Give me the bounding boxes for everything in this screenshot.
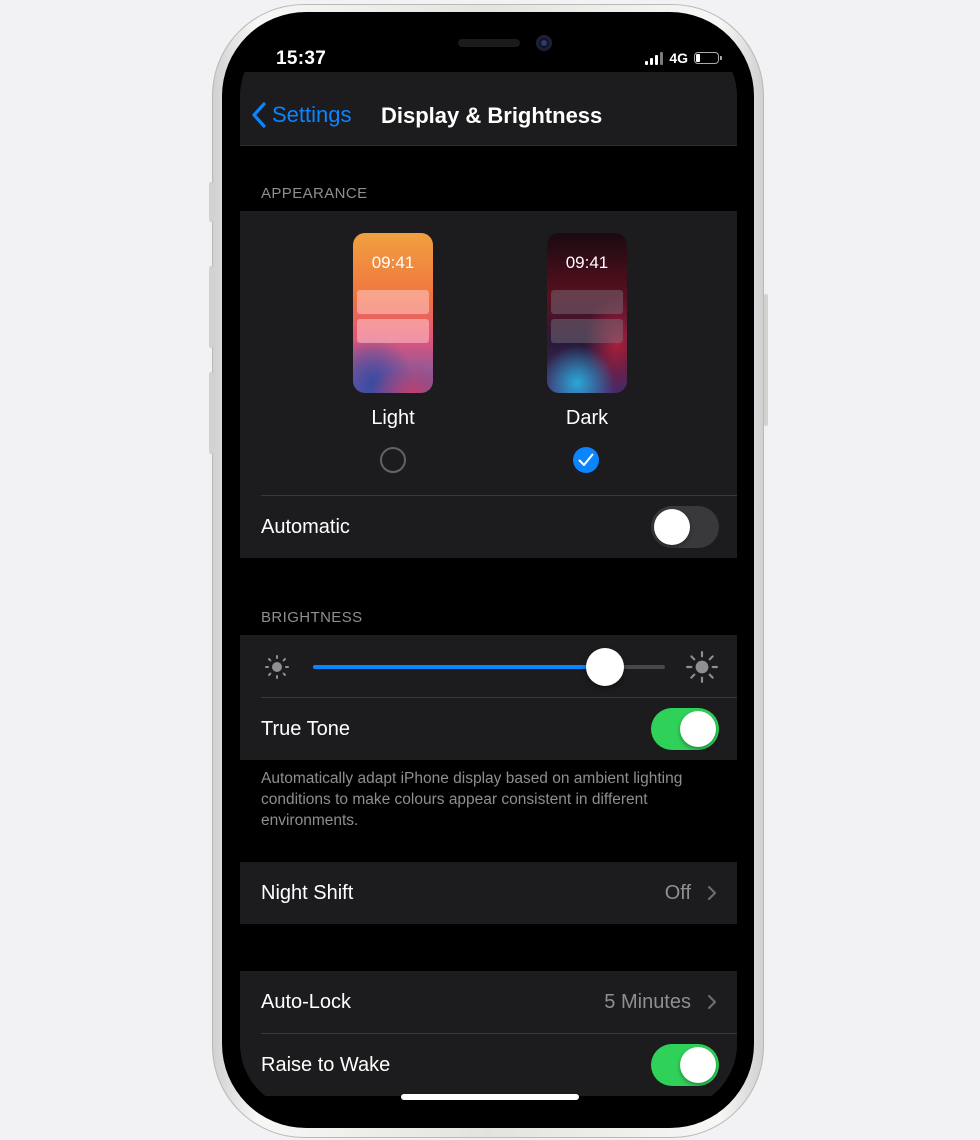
lock-group: Auto-Lock 5 Minutes Raise to Wake — [240, 971, 737, 1096]
page-title: Display & Brightness — [381, 103, 603, 128]
navigation-bar: Settings Display & Brightness — [240, 72, 737, 146]
raise-to-wake-label: Raise to Wake — [261, 1053, 391, 1076]
true-tone-label: True Tone — [261, 717, 350, 740]
toggle-knob — [654, 509, 690, 545]
auto-lock-label: Auto-Lock — [261, 990, 352, 1013]
notch — [354, 30, 624, 72]
preview-time: 09:41 — [371, 253, 415, 272]
chevron-right-icon — [708, 995, 716, 1009]
preview-widget — [357, 290, 429, 314]
night-shift-value: Off — [664, 881, 691, 904]
signal-icon — [645, 51, 664, 65]
volume-up-button — [209, 266, 213, 348]
preview-time: 09:41 — [565, 253, 609, 272]
light-mode-preview[interactable]: 09:41 — [353, 233, 433, 393]
light-label: Light — [371, 407, 415, 429]
speaker-grille — [458, 39, 520, 47]
sun-small-icon — [265, 655, 289, 679]
chevron-left-icon — [252, 102, 266, 128]
true-tone-row: True Tone — [240, 698, 737, 760]
raise-to-wake-toggle[interactable] — [651, 1044, 719, 1086]
preview-widget — [551, 319, 623, 343]
night-shift-row[interactable]: Night Shift Off — [240, 862, 737, 924]
dark-label: Dark — [565, 407, 609, 429]
dark-radio[interactable] — [573, 447, 599, 473]
automatic-label: Automatic — [261, 515, 350, 538]
status-time: 15:37 — [276, 48, 327, 69]
sun-large-icon — [686, 651, 718, 683]
slider-thumb[interactable] — [586, 648, 625, 686]
night-shift-label: Night Shift — [261, 881, 354, 904]
appearance-group: 09:41 09:41 Light Dark Automatic — [240, 211, 737, 558]
section-header-brightness: BRIGHTNESS — [261, 609, 363, 626]
automatic-row: Automatic — [240, 496, 737, 558]
brightness-slider[interactable] — [313, 648, 665, 686]
section-header-appearance: APPEARANCE — [261, 185, 368, 202]
status-indicators: 4G — [645, 50, 722, 66]
dark-mode-preview[interactable]: 09:41 — [547, 233, 627, 393]
preview-widget — [551, 290, 623, 314]
checkmark-icon — [578, 453, 594, 466]
back-button[interactable]: Settings — [250, 102, 352, 128]
slider-fill — [313, 665, 606, 669]
toggle-knob — [680, 711, 716, 747]
network-type: 4G — [669, 50, 688, 66]
phone-screen: 15:37 4G Settings Display & Brightness A… — [240, 30, 737, 1110]
back-label: Settings — [272, 102, 352, 127]
auto-lock-row[interactable]: Auto-Lock 5 Minutes — [240, 971, 737, 1033]
chevron-right-icon — [708, 886, 716, 900]
true-tone-toggle[interactable] — [651, 708, 719, 750]
side-button — [764, 294, 768, 426]
preview-widget — [357, 319, 429, 343]
battery-icon — [694, 52, 722, 64]
toggle-knob — [680, 1047, 716, 1083]
front-camera — [536, 35, 552, 51]
raise-to-wake-row: Raise to Wake — [240, 1034, 737, 1096]
auto-lock-value: 5 Minutes — [604, 990, 691, 1013]
light-radio[interactable] — [380, 447, 406, 473]
home-indicator[interactable] — [401, 1094, 579, 1100]
true-tone-description: Automatically adapt iPhone display based… — [261, 770, 683, 829]
brightness-group: True Tone — [240, 635, 737, 760]
night-shift-group: Night Shift Off — [240, 862, 737, 924]
volume-down-button — [209, 372, 213, 454]
action-button — [209, 182, 213, 222]
automatic-toggle[interactable] — [651, 506, 719, 548]
